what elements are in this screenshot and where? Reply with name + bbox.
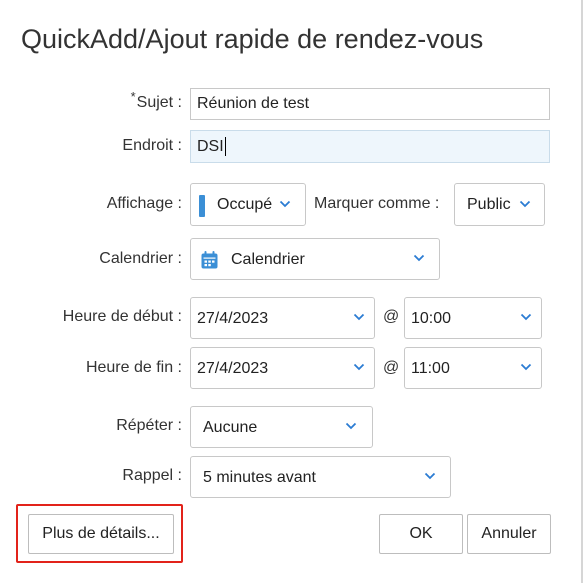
showas-label: Affichage : <box>106 195 182 212</box>
reminder-label: Rappel : <box>122 467 182 484</box>
busy-color-swatch <box>199 195 205 217</box>
cancel-button[interactable]: Annuler <box>467 514 551 554</box>
subject-input[interactable]: Réunion de test <box>190 88 550 120</box>
chevron-down-icon <box>424 472 436 480</box>
end-date-value: 27/4/2023 <box>197 360 269 377</box>
ok-button[interactable]: OK <box>379 514 463 554</box>
start-date-value: 27/4/2023 <box>197 310 269 327</box>
start-at-symbol: @ <box>383 308 400 325</box>
repeat-select[interactable]: Aucune <box>190 406 373 448</box>
markas-label: Marquer comme : <box>314 195 440 212</box>
chevron-down-icon <box>519 200 531 207</box>
calendar-value: Calendrier <box>231 251 305 268</box>
location-value: DSI <box>197 137 224 155</box>
chevron-down-icon <box>413 254 425 262</box>
text-cursor <box>224 137 226 156</box>
markas-value: Public <box>467 196 511 213</box>
end-at-symbol: @ <box>383 359 400 376</box>
location-label: Endroit : <box>122 137 182 154</box>
start-time-value: 10:00 <box>411 310 452 327</box>
start-time-select[interactable]: 10:00 <box>404 297 542 339</box>
dialog-title: QuickAdd/Ajout rapide de rendez-vous <box>21 24 484 54</box>
showas-select[interactable]: Occupé <box>190 183 306 226</box>
start-label: Heure de début : <box>62 308 182 325</box>
more-details-button[interactable]: Plus de détails... <box>28 514 174 554</box>
showas-value: Occupé <box>217 196 273 213</box>
start-date-select[interactable]: 27/4/2023 <box>190 297 375 339</box>
chevron-down-icon <box>279 200 291 207</box>
chevron-down-icon <box>353 313 365 321</box>
reminder-value: 5 minutes avant <box>203 469 316 486</box>
calendar-label: Calendrier : <box>99 250 182 267</box>
end-date-select[interactable]: 27/4/2023 <box>190 347 375 389</box>
subject-label: *Sujet : <box>60 89 182 112</box>
end-label: Heure de fin : <box>85 359 182 376</box>
reminder-select[interactable]: 5 minutes avant <box>190 456 451 498</box>
subject-value: Réunion de test <box>197 95 310 112</box>
markas-select[interactable]: Public <box>454 183 545 226</box>
required-mark: * <box>130 89 136 104</box>
end-time-select[interactable]: 11:00 <box>404 347 542 389</box>
subject-label-text: Sujet : <box>136 94 182 111</box>
chevron-down-icon <box>345 422 357 430</box>
chevron-down-icon <box>353 363 365 371</box>
calendar-select[interactable]: Calendrier <box>190 238 440 280</box>
repeat-value: Aucune <box>203 419 258 436</box>
chevron-down-icon <box>520 313 532 321</box>
location-input[interactable]: DSI <box>190 130 550 163</box>
end-time-value: 11:00 <box>411 360 450 377</box>
chevron-down-icon <box>520 363 532 371</box>
calendar-icon <box>201 251 218 269</box>
repeat-label: Répéter : <box>116 417 182 434</box>
